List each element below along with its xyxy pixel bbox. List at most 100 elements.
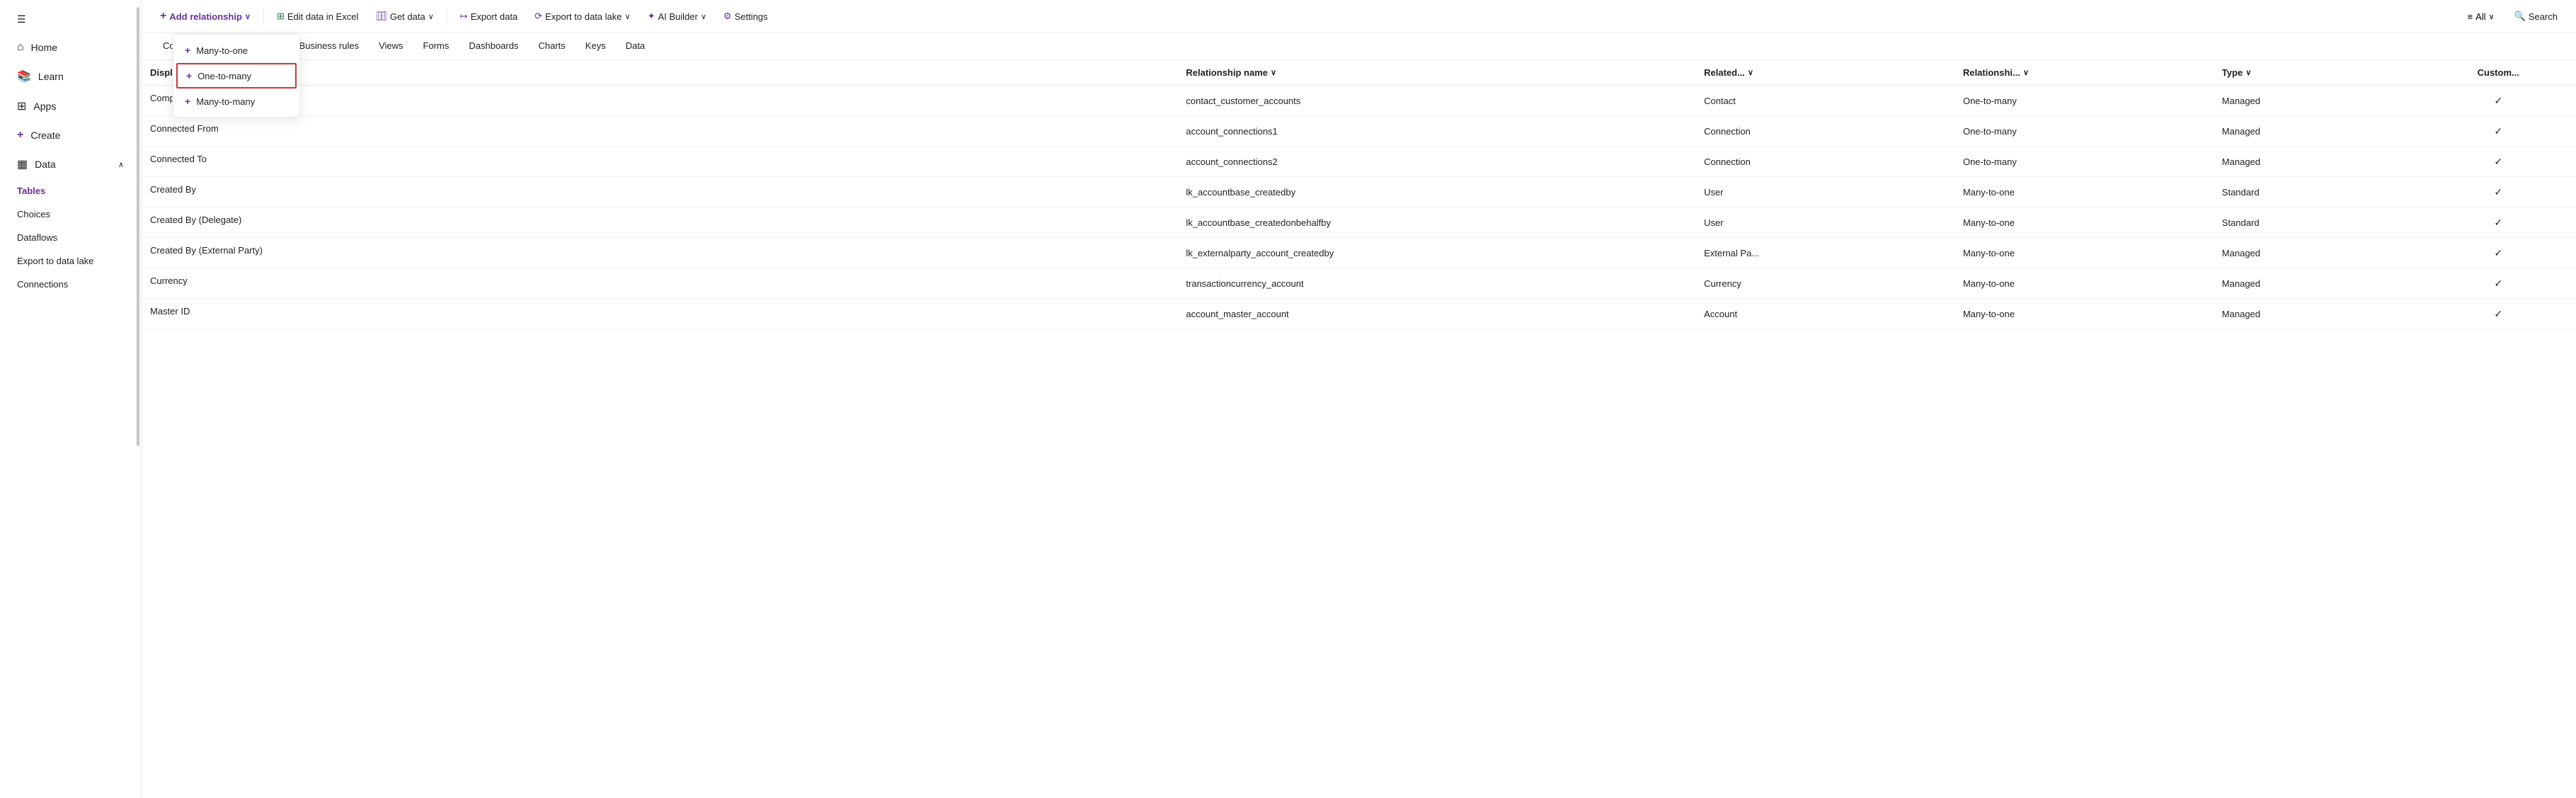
- col-header-rel-type[interactable]: Relationshi... ∨: [1954, 60, 2214, 86]
- sidebar-item-data[interactable]: ▦ Data ∧: [6, 150, 135, 178]
- row-rel-name-text: account_connections1: [1186, 126, 1277, 137]
- cell-type: Standard: [2214, 207, 2421, 238]
- search-icon: 🔍: [2514, 11, 2526, 22]
- tab-charts[interactable]: Charts: [529, 33, 576, 59]
- cell-display-name: Created By (External Party) •••: [142, 238, 1177, 268]
- row-type-text: Standard: [2222, 187, 2260, 198]
- row-rel-name-text: lk_accountbase_createdonbehalfby: [1186, 217, 1331, 228]
- cell-related: Connection: [1695, 116, 1954, 147]
- cell-rel-type: Many-to-one: [1954, 299, 2214, 329]
- cell-rel-type: Many-to-one: [1954, 177, 2214, 207]
- export-data-button[interactable]: ↦ Export data: [453, 6, 525, 26]
- rel-name-chevron-icon: ∨: [1271, 68, 1276, 77]
- cell-custom: ✓: [2420, 86, 2576, 116]
- edit-excel-button[interactable]: ⊞ Edit data in Excel: [270, 6, 365, 26]
- row-reltype-text: One-to-many: [1963, 96, 2017, 106]
- row-display-name-text: Currency: [150, 275, 188, 286]
- cell-display-name: Connected To •••: [142, 147, 1177, 177]
- cell-custom: ✓: [2420, 207, 2576, 238]
- row-rel-name-text: account_connections2: [1186, 156, 1277, 167]
- row-reltype-text: Many-to-one: [1963, 217, 2015, 228]
- tab-views[interactable]: Views: [369, 33, 413, 59]
- related-chevron-icon: ∨: [1748, 68, 1753, 77]
- cell-display-name: Created By •••: [142, 177, 1177, 207]
- cell-related: User: [1695, 207, 1954, 238]
- toolbar: + Add relationship ∨ ⊞ Edit data in Exce…: [142, 0, 2576, 33]
- tab-forms[interactable]: Forms: [413, 33, 459, 59]
- cell-rel-type: One-to-many: [1954, 147, 2214, 177]
- sidebar-item-learn[interactable]: 📚 Learn: [6, 62, 135, 91]
- ai-builder-button[interactable]: ✦ AI Builder ∨: [641, 6, 714, 26]
- row-reltype-text: Many-to-one: [1963, 309, 2015, 319]
- row-related-text: Currency: [1704, 278, 1741, 289]
- scrollbar[interactable]: [137, 7, 139, 446]
- ai-icon: ✦: [648, 11, 656, 22]
- data-chevron-icon: ∧: [118, 160, 124, 169]
- tab-dashboards[interactable]: Dashboards: [459, 33, 528, 59]
- row-display-name-text: Connected From: [150, 123, 219, 134]
- sidebar-sub-item-dataflows[interactable]: Dataflows: [6, 227, 135, 249]
- many-to-many-plus-icon: +: [185, 96, 190, 107]
- many-to-one-item[interactable]: + Many-to-one: [173, 38, 299, 63]
- app-container: ☰ ⌂ Home 📚 Learn ⊞ Apps + Create ▦ Data …: [0, 0, 2576, 798]
- sidebar-sub-item-export-lake[interactable]: Export to data lake: [6, 250, 135, 272]
- one-to-many-item[interactable]: + One-to-many: [176, 63, 297, 89]
- get-data-button[interactable]: 🗄 Get data ∨: [368, 6, 440, 26]
- custom-check-icon: ✓: [2494, 125, 2502, 137]
- search-button[interactable]: 🔍 Search: [2507, 6, 2565, 26]
- add-relationship-button[interactable]: + Add relationship ∨: [153, 6, 258, 27]
- tab-data[interactable]: Data: [616, 33, 655, 59]
- sidebar-item-apps[interactable]: ⊞ Apps: [6, 92, 135, 120]
- row-rel-name-text: account_master_account: [1186, 309, 1288, 319]
- settings-button[interactable]: ⚙ Settings: [716, 6, 775, 26]
- row-reltype-text: One-to-many: [1963, 126, 2017, 137]
- cell-rel-name: contact_customer_accounts: [1177, 86, 1695, 116]
- col-header-custom[interactable]: Custom...: [2420, 60, 2576, 86]
- many-to-many-item[interactable]: + Many-to-many: [173, 89, 299, 114]
- sidebar-sub-item-connections[interactable]: Connections: [6, 273, 135, 295]
- row-related-text: User: [1704, 187, 1723, 198]
- tab-keys[interactable]: Keys: [576, 33, 616, 59]
- row-type-text: Managed: [2222, 126, 2260, 137]
- table-row: Connected To ••• account_connections2 Co…: [142, 147, 2576, 177]
- row-type-text: Managed: [2222, 96, 2260, 106]
- create-icon: +: [17, 129, 23, 142]
- cell-rel-type: Many-to-one: [1954, 238, 2214, 268]
- row-type-text: Managed: [2222, 156, 2260, 167]
- custom-check-icon: ✓: [2494, 308, 2502, 319]
- export-lake-icon: ⟳: [534, 11, 542, 22]
- col-header-relationship-name[interactable]: Relationship name ∨: [1177, 60, 1695, 86]
- tab-business-rules[interactable]: Business rules: [290, 33, 370, 59]
- row-rel-name-text: lk_externalparty_account_createdby: [1186, 248, 1334, 258]
- col-header-type[interactable]: Type ∨: [2214, 60, 2421, 86]
- row-reltype-text: One-to-many: [1963, 156, 2017, 167]
- cell-rel-name: account_connections2: [1177, 147, 1695, 177]
- cell-custom: ✓: [2420, 177, 2576, 207]
- cell-rel-name: transactioncurrency_account: [1177, 268, 1695, 299]
- row-related-text: Account: [1704, 309, 1737, 319]
- sidebar-item-home[interactable]: ⌂ Home: [6, 34, 135, 61]
- sidebar-item-create[interactable]: + Create: [6, 122, 135, 149]
- row-display-name-text: Created By (Delegate): [150, 215, 241, 225]
- type-chevron-icon: ∨: [2245, 68, 2251, 77]
- sidebar-sub-item-choices[interactable]: Choices: [6, 203, 135, 225]
- sidebar-sub-item-tables[interactable]: Tables: [6, 180, 135, 202]
- sidebar-item-label: Apps: [33, 101, 56, 112]
- custom-check-icon: ✓: [2494, 186, 2502, 198]
- cell-custom: ✓: [2420, 299, 2576, 329]
- toolbar-sep-1: [263, 8, 264, 25]
- cell-type: Managed: [2214, 238, 2421, 268]
- table-row: Master ID ••• account_master_account Acc…: [142, 299, 2576, 329]
- custom-check-icon: ✓: [2494, 156, 2502, 167]
- sidebar-sub-label: Tables: [17, 186, 45, 196]
- row-display-name-text: Connected To: [150, 154, 207, 164]
- cell-type: Managed: [2214, 268, 2421, 299]
- custom-check-icon: ✓: [2494, 95, 2502, 106]
- export-lake-button[interactable]: ⟳ Export to data lake ∨: [527, 6, 637, 26]
- filter-button[interactable]: ≡ All ∨: [2461, 7, 2502, 26]
- row-reltype-text: Many-to-one: [1963, 187, 2015, 198]
- data-icon: ▦: [17, 157, 28, 171]
- col-header-related[interactable]: Related... ∨: [1695, 60, 1954, 86]
- sidebar-hamburger[interactable]: ☰: [6, 6, 135, 33]
- get-data-chevron-icon: ∨: [428, 12, 434, 21]
